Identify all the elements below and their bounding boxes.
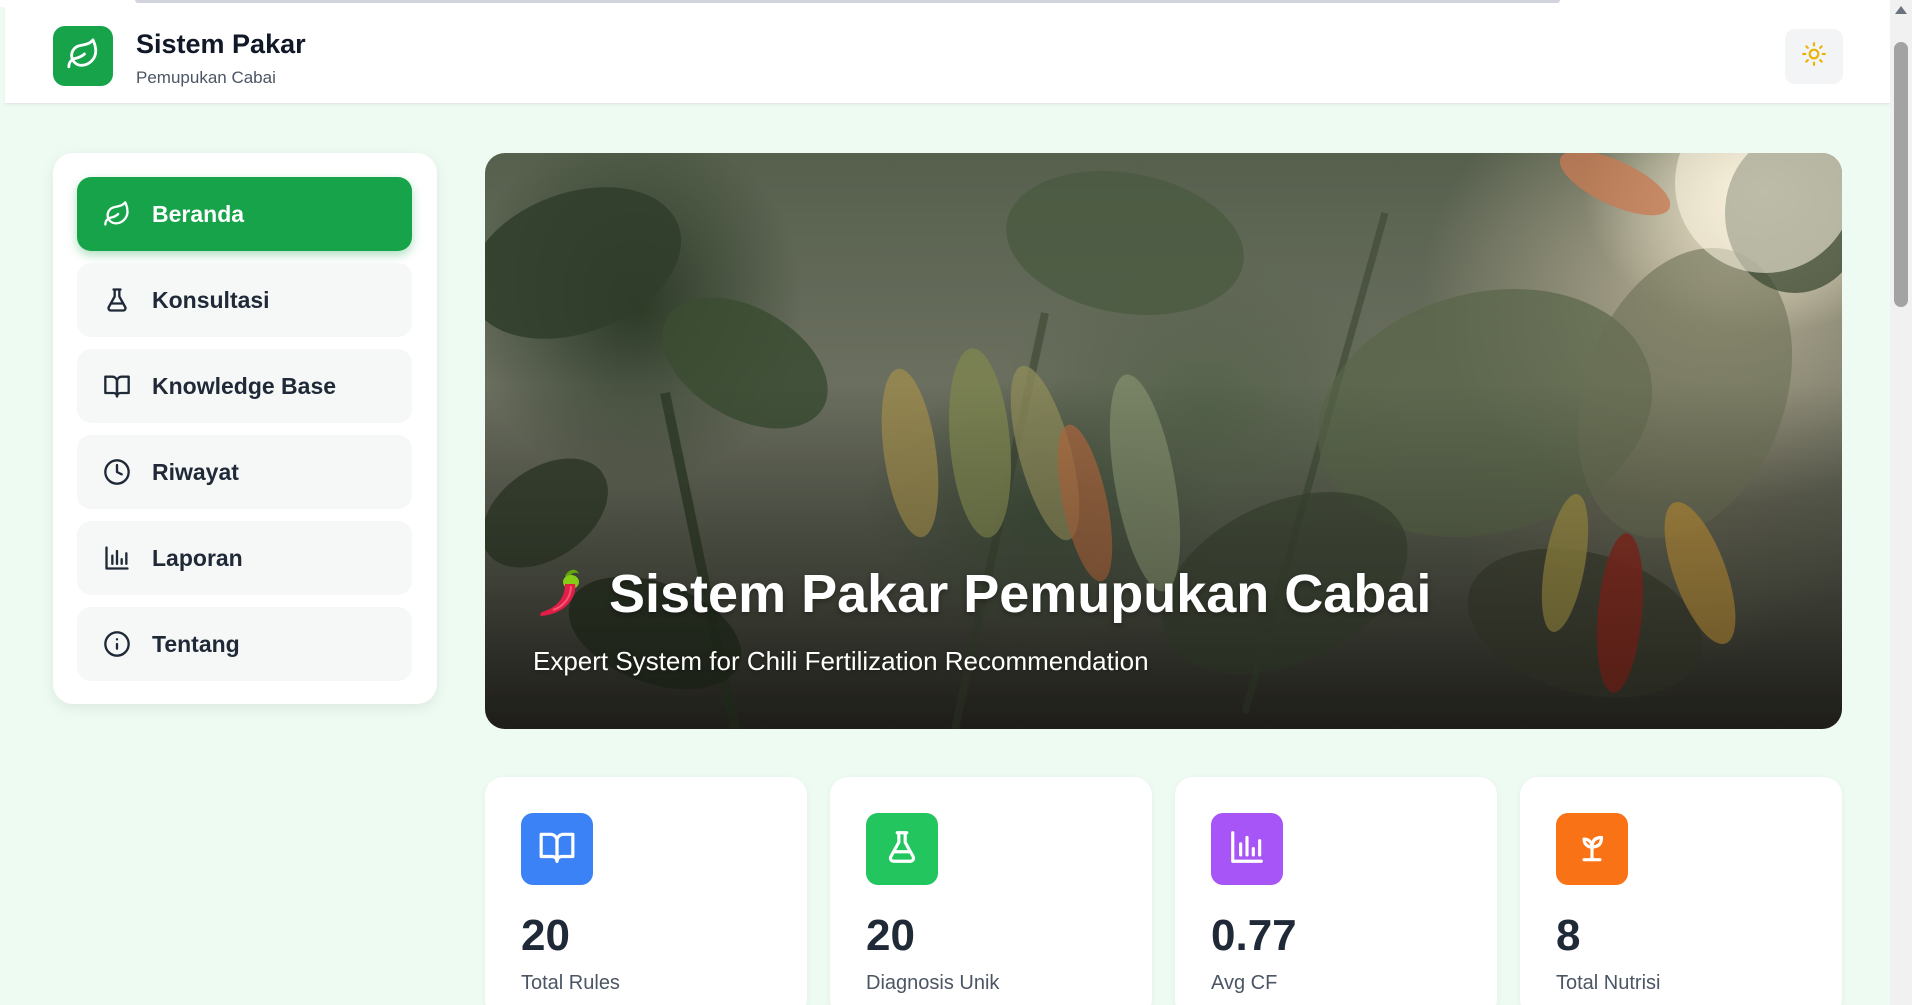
sidebar-item-label: Konsultasi (152, 286, 270, 313)
scroll-thumb[interactable] (1894, 42, 1908, 307)
stat-icon-box (1556, 813, 1628, 885)
sidebar-item-tentang[interactable]: Tentang (77, 607, 412, 681)
stat-card-diagnosis-unik: 20 Diagnosis Unik (830, 777, 1152, 1005)
app-subtitle: Pemupukan Cabai (136, 68, 276, 87)
stat-card-avg-cf: 0.77 Avg CF (1175, 777, 1497, 1005)
clock-icon (102, 457, 132, 487)
sidebar-item-laporan[interactable]: Laporan (77, 521, 412, 595)
book-icon (538, 828, 576, 871)
flask-icon (883, 828, 921, 871)
leaf-icon (102, 199, 132, 229)
browser-tab-edge (135, 0, 1560, 3)
stat-icon-box (866, 813, 938, 885)
stat-value: 20 (866, 911, 915, 960)
page-scrollbar[interactable] (1890, 0, 1912, 1005)
scroll-up-arrow-icon[interactable] (1895, 6, 1907, 14)
stat-label: Total Rules (521, 972, 620, 994)
chili-pepper-icon (535, 564, 587, 625)
theme-toggle-button[interactable] (1785, 29, 1843, 84)
hero-banner: Sistem Pakar Pemupukan Cabai Expert Syst… (485, 153, 1842, 729)
stat-label: Diagnosis Unik (866, 972, 1000, 994)
hero-title: Sistem Pakar Pemupukan Cabai (609, 564, 1432, 624)
sidebar-nav: Beranda Konsultasi Knowledge Base Riwaya… (53, 153, 437, 704)
hero-subtitle: Expert System for Chili Fertilization Re… (533, 646, 1149, 676)
app-logo[interactable] (53, 26, 113, 86)
stat-value: 20 (521, 911, 570, 960)
info-icon (102, 629, 132, 659)
sidebar-item-label: Laporan (152, 544, 243, 571)
bar-chart-icon (1228, 828, 1266, 871)
flask-icon (102, 285, 132, 315)
stat-label: Avg CF (1211, 972, 1278, 994)
stat-value: 8 (1556, 911, 1581, 960)
sidebar-item-riwayat[interactable]: Riwayat (77, 435, 412, 509)
hero-overlay (485, 153, 1842, 729)
stat-value: 0.77 (1211, 911, 1297, 960)
sidebar-item-knowledge-base[interactable]: Knowledge Base (77, 349, 412, 423)
sidebar-item-label: Riwayat (152, 458, 239, 485)
sidebar-item-label: Tentang (152, 630, 240, 657)
sidebar-item-label: Beranda (152, 200, 245, 227)
book-icon (102, 371, 132, 401)
sun-icon (1801, 41, 1827, 72)
sprout-icon (1573, 828, 1611, 871)
sidebar-item-label: Knowledge Base (152, 372, 337, 399)
stat-card-total-nutrisi: 8 Total Nutrisi (1520, 777, 1842, 1005)
sidebar-item-konsultasi[interactable]: Konsultasi (77, 263, 412, 337)
stat-icon-box (521, 813, 593, 885)
bar-chart-icon (102, 543, 132, 573)
app-header: Sistem Pakar Pemupukan Cabai (5, 7, 1890, 104)
app-title: Sistem Pakar (136, 29, 306, 59)
stat-icon-box (1211, 813, 1283, 885)
stat-label: Total Nutrisi (1556, 972, 1661, 994)
hero-title-row: Sistem Pakar Pemupukan Cabai (535, 563, 1431, 625)
leaf-icon (66, 37, 100, 76)
sidebar-item-beranda[interactable]: Beranda (77, 177, 412, 251)
stat-card-total-rules: 20 Total Rules (485, 777, 807, 1005)
browser-strip (0, 0, 1912, 7)
